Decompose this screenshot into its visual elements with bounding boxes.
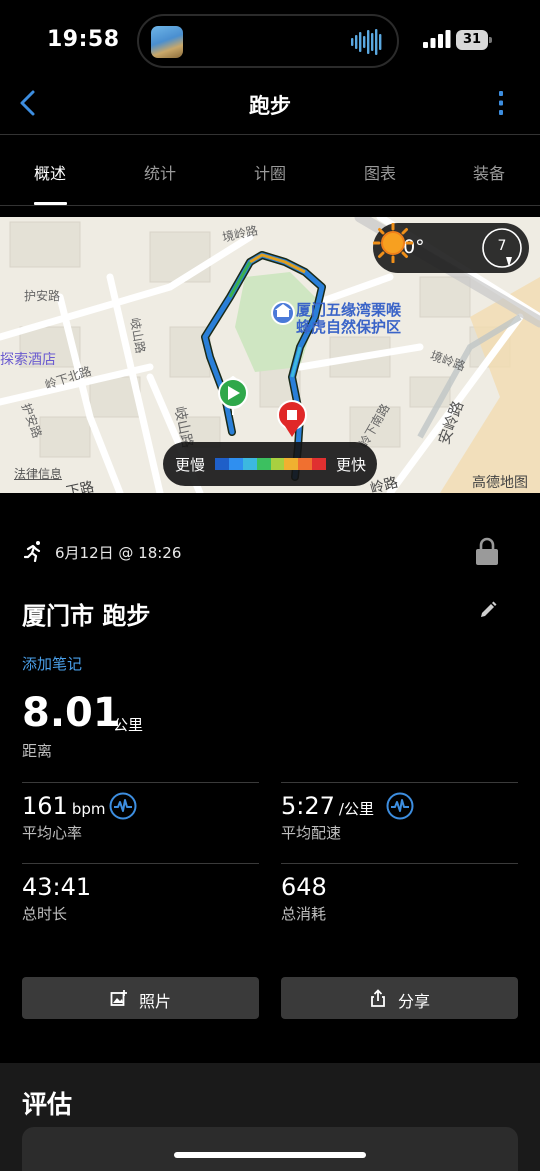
- battery-level: 31: [456, 30, 488, 50]
- distance-unit: 公里: [113, 716, 144, 734]
- wind-speed: 7: [497, 238, 507, 254]
- pace-color-scale: [215, 458, 326, 470]
- hotel-label: 探索酒店: [0, 352, 56, 368]
- route-map[interactable]: 厦门五缘湾栗喉 蜂虎自然保护区 探索酒店 护安路 岐山路 岭下北路 护安路 安岭…: [0, 217, 540, 493]
- tab-overview[interactable]: 概述: [10, 160, 90, 184]
- activity-title: 厦门市 跑步: [22, 602, 151, 630]
- road-label-huan: 护安路: [24, 289, 61, 303]
- divider: [22, 863, 259, 864]
- wind-compass: 7: [481, 227, 523, 269]
- pace-chart-icon[interactable]: [386, 792, 414, 820]
- pace-color-swatch: [256, 458, 271, 470]
- evaluation-title: 评估: [22, 1090, 73, 1119]
- amap-logo: 高德地图: [472, 475, 528, 491]
- pace-color-swatch: [215, 458, 229, 470]
- weather-badge: 30° 7: [373, 223, 529, 273]
- duration-value: 43:41: [22, 873, 92, 901]
- add-note-link[interactable]: 添加笔记: [22, 653, 82, 674]
- legal-info-link[interactable]: 法律信息: [14, 465, 62, 482]
- photo-button[interactable]: 照片: [22, 977, 259, 1019]
- divider: [22, 782, 259, 783]
- add-photo-icon: [110, 990, 127, 1006]
- heart-rate-value: 161: [22, 792, 68, 820]
- duration-label: 总时长: [22, 905, 68, 923]
- calories-value: 648: [281, 873, 327, 901]
- tab-bar: 概述 统计 计圈 图表 装备: [0, 136, 540, 206]
- page-title: 跑步: [249, 94, 291, 118]
- share-button-label: 分享: [398, 992, 431, 1011]
- active-tab-indicator: [34, 202, 67, 205]
- heart-rate-label: 平均心率: [22, 824, 83, 842]
- share-button[interactable]: 分享: [281, 977, 518, 1019]
- legend-slow-label: 更慢: [175, 456, 206, 474]
- more-options-icon[interactable]: [490, 88, 512, 118]
- pace-color-swatch: [242, 458, 257, 470]
- battery-indicator: 31: [456, 30, 492, 50]
- pace-color-swatch: [270, 458, 285, 470]
- pace-value: 5:27: [281, 792, 335, 820]
- pace-color-swatch: [312, 458, 326, 470]
- pace-color-swatch: [284, 458, 299, 470]
- pace-label: 平均配速: [281, 824, 342, 842]
- distance-value: 8.01: [22, 690, 121, 736]
- photo-button-label: 照片: [139, 992, 172, 1011]
- tab-stats[interactable]: 统计: [120, 160, 200, 184]
- pace-unit: /公里: [338, 800, 374, 818]
- pace-color-swatch: [298, 458, 313, 470]
- tab-charts[interactable]: 图表: [340, 160, 420, 184]
- distance-label: 距离: [22, 742, 53, 760]
- audio-waveform-icon: [351, 29, 382, 55]
- status-time: 19:58: [47, 27, 120, 52]
- evaluation-card[interactable]: [22, 1127, 518, 1171]
- status-bar: 19:58 31: [0, 0, 540, 80]
- pace-stat: 5:27/公里: [281, 792, 374, 820]
- cellular-signal-icon: [423, 30, 451, 48]
- media-thumbnail: [151, 26, 183, 58]
- tab-laps[interactable]: 计圈: [230, 160, 310, 184]
- home-indicator[interactable]: [174, 1152, 366, 1158]
- divider: [281, 782, 518, 783]
- pace-legend: 更慢 更快: [163, 442, 377, 486]
- heart-rate-unit: bpm: [71, 800, 106, 818]
- activity-date: 6月12日 @ 18:26: [55, 544, 182, 562]
- share-icon: [371, 989, 385, 1007]
- battery-tip: [489, 37, 492, 43]
- park-label-2: 蜂虎自然保护区: [296, 318, 402, 336]
- running-icon: [24, 541, 41, 562]
- tab-gear[interactable]: 装备: [449, 160, 529, 184]
- heart-rate-chart-icon[interactable]: [109, 792, 137, 820]
- pace-color-swatch: [228, 458, 243, 470]
- divider: [281, 863, 518, 864]
- heart-rate-stat: 161 bpm: [22, 792, 105, 820]
- lock-icon[interactable]: [475, 536, 499, 566]
- top-nav-bar: 跑步: [0, 80, 540, 135]
- edit-pencil-icon[interactable]: [478, 600, 498, 620]
- dynamic-island[interactable]: [137, 14, 399, 68]
- sun-icon: [373, 223, 413, 263]
- calories-label: 总消耗: [281, 905, 327, 923]
- legend-fast-label: 更快: [336, 456, 367, 474]
